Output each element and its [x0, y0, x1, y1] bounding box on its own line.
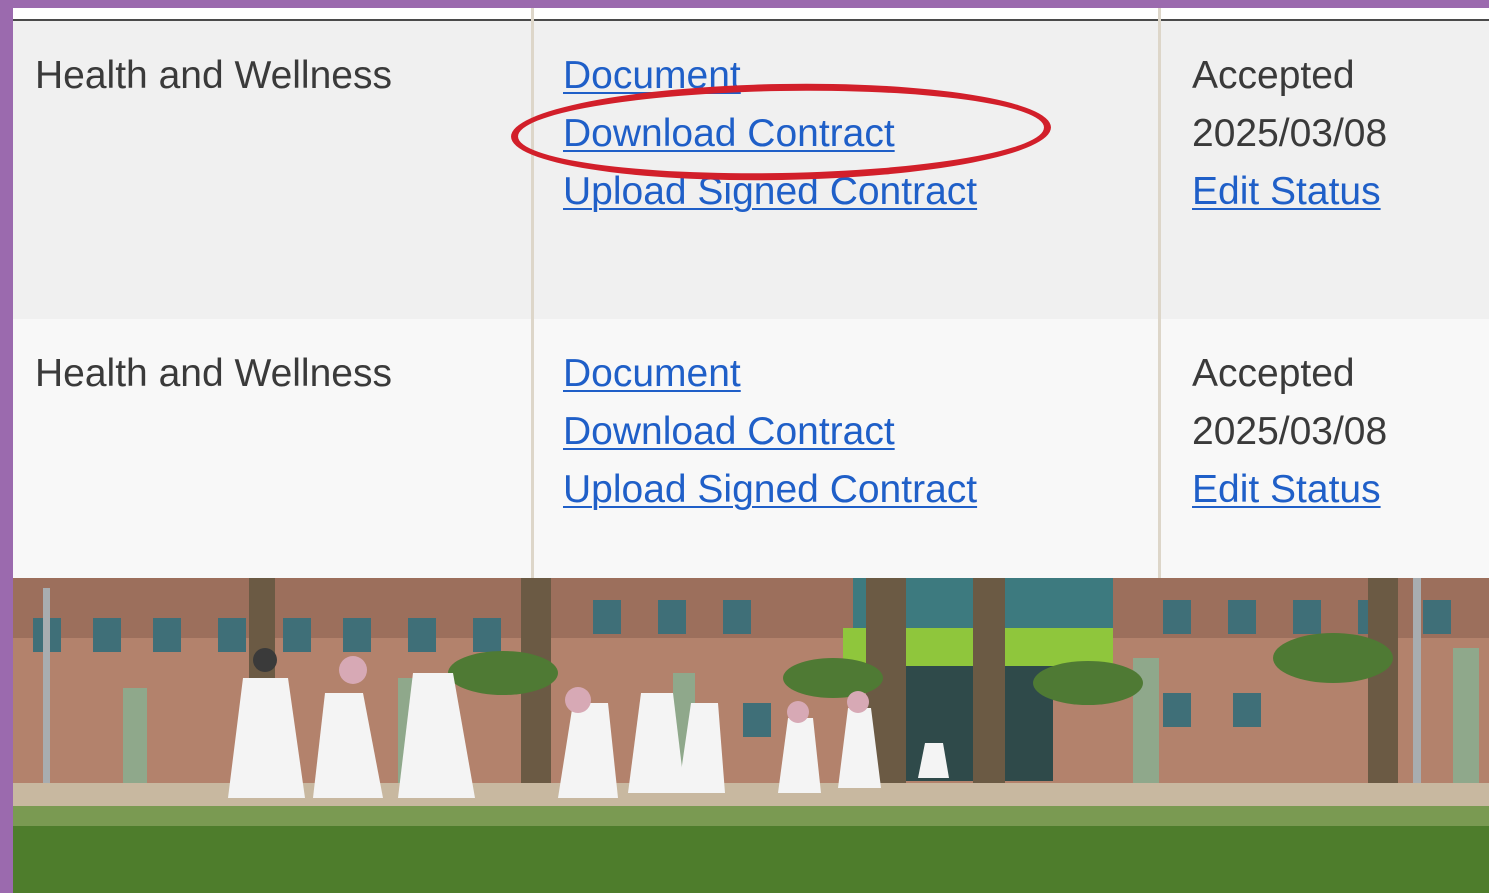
category-cell: Health and Wellness — [35, 345, 392, 403]
submissions-table: Health and Wellness Document Download Co… — [13, 8, 1489, 578]
frame-top-border — [0, 0, 1489, 8]
status-date: 2025/03/08 — [1192, 410, 1388, 453]
category-cell: Health and Wellness — [35, 47, 392, 105]
category-label: Health and Wellness — [35, 352, 392, 395]
column-divider — [531, 8, 534, 578]
document-link[interactable]: Document — [563, 345, 977, 403]
edit-status-link[interactable]: Edit Status — [1192, 461, 1387, 519]
download-contract-link[interactable]: Download Contract — [563, 403, 977, 461]
actions-cell: Document Download Contract Upload Signed… — [563, 47, 977, 221]
upload-signed-contract-link[interactable]: Upload Signed Contract — [563, 163, 977, 221]
table-row: Health and Wellness Document Download Co… — [13, 319, 1489, 578]
status-date: 2025/03/08 — [1192, 112, 1388, 155]
status-state: Accepted — [1192, 54, 1355, 97]
table-row: Health and Wellness Document Download Co… — [13, 21, 1489, 319]
category-label: Health and Wellness — [35, 54, 392, 97]
status-cell: Accepted 2025/03/08 Edit Status — [1192, 47, 1387, 221]
status-state: Accepted — [1192, 352, 1355, 395]
download-contract-link[interactable]: Download Contract — [563, 105, 977, 163]
edit-status-link[interactable]: Edit Status — [1192, 163, 1387, 221]
upload-signed-contract-link[interactable]: Upload Signed Contract — [563, 461, 977, 519]
frame-left-border — [0, 0, 13, 893]
actions-cell: Document Download Contract Upload Signed… — [563, 345, 977, 519]
campus-photo — [13, 578, 1489, 893]
column-divider — [1158, 8, 1161, 578]
campus-illustration — [13, 578, 1489, 893]
status-cell: Accepted 2025/03/08 Edit Status — [1192, 345, 1387, 519]
document-link[interactable]: Document — [563, 47, 977, 105]
